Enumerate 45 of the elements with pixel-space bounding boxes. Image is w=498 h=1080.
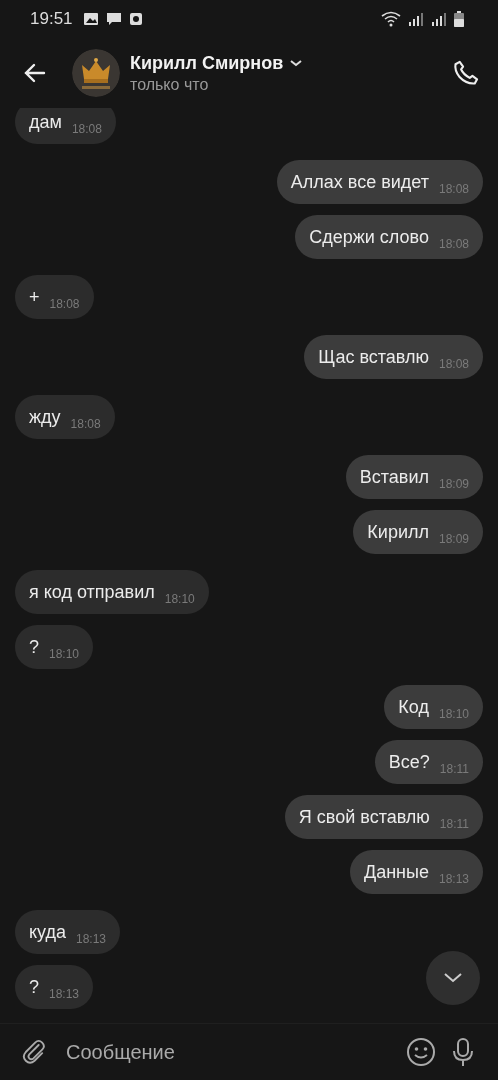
wifi-icon (381, 11, 401, 27)
message-text: жду (29, 406, 61, 428)
message-time: 18:10 (164, 592, 195, 606)
battery-icon (454, 11, 464, 27)
message-text: Щас вставлю (318, 346, 429, 368)
message-time: 18:08 (438, 357, 469, 371)
message-time: 18:08 (70, 417, 101, 431)
chevron-down-icon[interactable] (289, 58, 304, 68)
message-text: Сдержи слово (309, 226, 429, 248)
message-text: ? (29, 976, 39, 998)
chevron-down-icon[interactable] (442, 971, 464, 985)
message-time: 18:08 (438, 182, 469, 196)
message-text: Кирилл (367, 521, 429, 543)
signal-icon (408, 12, 424, 26)
signal-icon (431, 12, 447, 26)
message-text: куда (29, 921, 66, 943)
message-input-field[interactable]: Сообщение (58, 1034, 396, 1070)
message-text: Вставил (359, 466, 429, 488)
message-time: 18:11 (439, 762, 469, 776)
message-time: 18:13 (76, 932, 107, 946)
message-time: 18:08 (71, 122, 102, 136)
chat-icon (105, 12, 122, 26)
message-time: 18:09 (438, 532, 469, 546)
status-time: 19:51 (30, 9, 73, 29)
message-time: 18:10 (438, 707, 469, 721)
message-time: 18:09 (438, 477, 469, 491)
message-time: 18:11 (439, 817, 469, 831)
message-text: дам (29, 111, 62, 133)
message-text: Данные (363, 861, 429, 883)
message-text: ? (29, 636, 39, 658)
last-seen-status: только что (130, 75, 210, 94)
message-time: 18:08 (438, 237, 469, 251)
message-text: Все? (388, 751, 430, 773)
message-text: + (29, 286, 40, 308)
contact-name[interactable]: Кирилл Смирнов (130, 52, 284, 74)
message-text: Я свой вставлю (298, 806, 430, 828)
camera-icon (128, 12, 143, 26)
message-time: 18:13 (438, 872, 469, 886)
message-time: 18:08 (49, 297, 80, 311)
message-text: Аллах все видет (290, 171, 429, 193)
gallery-icon (82, 12, 99, 26)
message-time: 18:13 (49, 987, 80, 1001)
message-text: Код (398, 696, 429, 718)
message-text: я код отправил (29, 581, 155, 603)
message-time: 18:10 (49, 647, 80, 661)
